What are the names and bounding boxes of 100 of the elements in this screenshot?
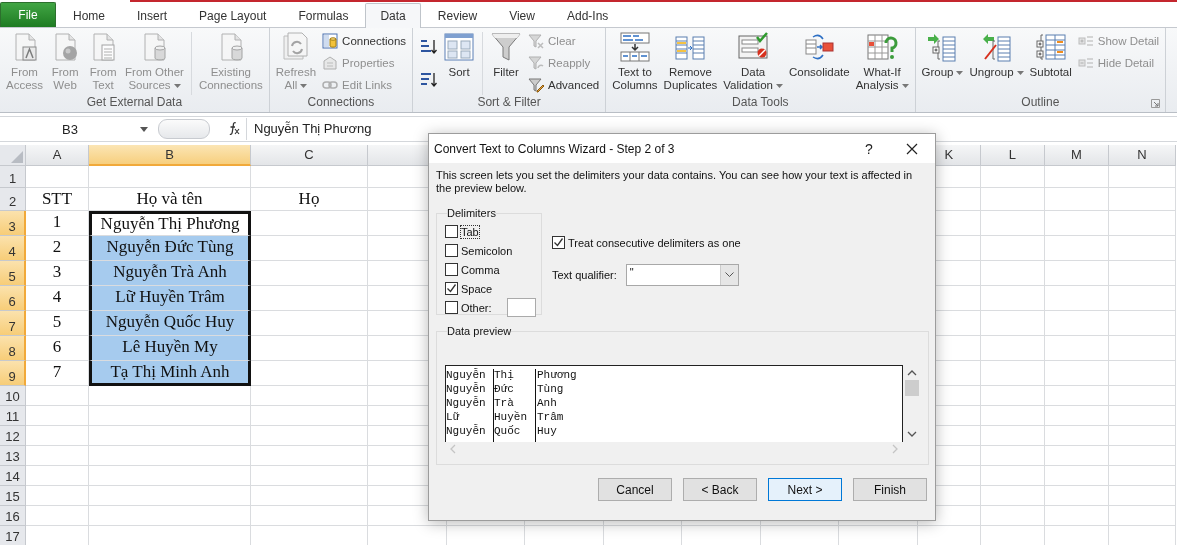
row-header[interactable]: 13 — [0, 446, 26, 466]
preview-cell: Nguyễn — [446, 425, 494, 439]
table-cell — [980, 506, 1045, 526]
table-cell — [980, 261, 1045, 286]
caret-icon[interactable] — [140, 126, 148, 132]
checkbox-label[interactable]: Space — [461, 282, 493, 295]
table-cell — [1108, 446, 1176, 466]
column-header[interactable]: N — [1108, 145, 1176, 166]
checkbox-label[interactable]: Treat consecutive delimiters as one — [568, 236, 741, 249]
list-icon — [322, 54, 339, 71]
text-qualifier-dropdown[interactable]: " — [625, 264, 739, 286]
checkbox-label[interactable]: Semicolon — [461, 244, 513, 257]
row-header[interactable]: 14 — [0, 466, 26, 486]
preview-cell: Đức — [494, 383, 536, 397]
table-cell — [1044, 211, 1109, 236]
other-delimiter-field[interactable] — [506, 298, 536, 317]
checkbox[interactable] — [445, 244, 458, 257]
table-cell — [1108, 211, 1176, 236]
ribbon-tab[interactable]: Data — [365, 3, 421, 28]
row-header[interactable]: 7 — [0, 311, 26, 336]
ribbon-small-button[interactable]: Connections — [319, 31, 410, 50]
column-header[interactable]: A — [26, 145, 89, 166]
row-header[interactable]: 1 — [0, 166, 26, 188]
group-title: Sort & Filter — [477, 95, 541, 109]
ribbon-button[interactable]: Remove Duplicates — [660, 30, 721, 92]
checkbox[interactable] — [445, 263, 458, 276]
scroll-down-icon[interactable] — [906, 431, 917, 438]
column-header[interactable]: B — [89, 145, 251, 166]
ribbon-button[interactable]: Sort — [440, 30, 479, 79]
row-header[interactable]: 10 — [0, 386, 26, 406]
ribbon-tab[interactable]: Formulas — [283, 4, 364, 27]
ribbon-button[interactable]: Data Validation — [720, 30, 786, 92]
row-header[interactable]: 17 — [0, 526, 26, 545]
ribbon-tab[interactable]: Add-Ins — [551, 4, 624, 27]
dialog-button[interactable]: < Back — [683, 478, 757, 501]
field-label: Text qualifier: — [552, 269, 617, 281]
column-header[interactable]: C — [251, 145, 368, 166]
table-cell — [1108, 466, 1176, 486]
table-cell: Lê Huyền My — [89, 336, 251, 361]
row-header[interactable]: 11 — [0, 406, 26, 426]
preview-cell: Trâm — [536, 411, 564, 425]
ribbon-tab[interactable]: Home — [58, 4, 120, 27]
preview-cell: Anh — [536, 397, 557, 411]
preview-cell: Thị — [494, 369, 536, 383]
dialog-button[interactable]: Finish — [853, 478, 927, 501]
checkbox[interactable] — [445, 225, 458, 238]
ribbon-button[interactable]: Subtotal — [1026, 30, 1075, 79]
checkbox-label[interactable]: Other: — [461, 301, 492, 314]
row-header[interactable]: 12 — [0, 426, 26, 446]
ribbon-tab[interactable]: View — [494, 4, 550, 27]
scroll-thumb[interactable] — [904, 380, 919, 396]
checkbox[interactable] — [445, 282, 458, 295]
row-header[interactable]: 8 — [0, 336, 26, 361]
resize-handle[interactable] — [158, 119, 210, 139]
table-cell — [980, 446, 1045, 466]
file-tab[interactable]: File — [0, 2, 56, 27]
table-cell — [1044, 446, 1109, 466]
checkbox-label[interactable]: Comma — [461, 263, 500, 276]
table-cell — [1044, 286, 1109, 311]
ribbon-button[interactable]: Text to Columns — [609, 30, 661, 92]
row-header[interactable]: 4 — [0, 236, 26, 261]
ribbon-button[interactable]: Group — [918, 30, 967, 79]
dialog-launcher-icon[interactable] — [1151, 99, 1161, 108]
table-cell — [1044, 166, 1109, 188]
ribbon-button[interactable]: What-If Analysis — [852, 30, 912, 92]
ribbon-tab[interactable]: Review — [422, 4, 493, 27]
preview-cell: Nguyễn — [446, 369, 494, 383]
dialog-button[interactable]: Next > — [768, 478, 842, 501]
row-header[interactable]: 9 — [0, 361, 26, 386]
name-box[interactable]: B3 — [0, 121, 140, 137]
column-header[interactable]: L — [980, 145, 1045, 166]
checkbox-label[interactable]: Tab — [461, 225, 479, 238]
row-header[interactable]: 5 — [0, 261, 26, 286]
group-title: Data Tools — [732, 95, 789, 109]
grid-question-icon — [866, 31, 899, 63]
scroll-up-icon[interactable] — [906, 369, 917, 376]
help-button[interactable]: ? — [849, 139, 889, 158]
row-header[interactable]: 3 — [0, 211, 26, 236]
ribbon-small-button[interactable]: Advanced — [525, 75, 603, 94]
table-cell — [26, 506, 89, 526]
table-cell — [1108, 406, 1176, 426]
ribbon-tab[interactable]: Page Layout — [184, 4, 282, 27]
dialog-button[interactable]: Cancel — [598, 478, 672, 501]
checkbox[interactable] — [445, 301, 458, 314]
table-cell — [980, 426, 1045, 446]
group-title: Outline — [1021, 95, 1060, 109]
row-header[interactable]: 2 — [0, 188, 26, 211]
table-cell — [26, 466, 89, 486]
row-header[interactable]: 16 — [0, 506, 26, 526]
row-header[interactable]: 15 — [0, 486, 26, 506]
ribbon-tab[interactable]: Insert — [122, 4, 183, 27]
table-cell — [1044, 261, 1109, 286]
ribbon-button[interactable]: Ungroup — [966, 30, 1027, 79]
row-header[interactable]: 6 — [0, 286, 26, 311]
ribbon-button[interactable]: Consolidate — [785, 30, 853, 79]
ribbon-button[interactable]: Filter — [487, 30, 526, 79]
table-cell — [26, 166, 89, 188]
sort-icon — [443, 31, 476, 63]
column-header[interactable]: M — [1044, 145, 1109, 166]
checkbox[interactable] — [552, 236, 565, 249]
